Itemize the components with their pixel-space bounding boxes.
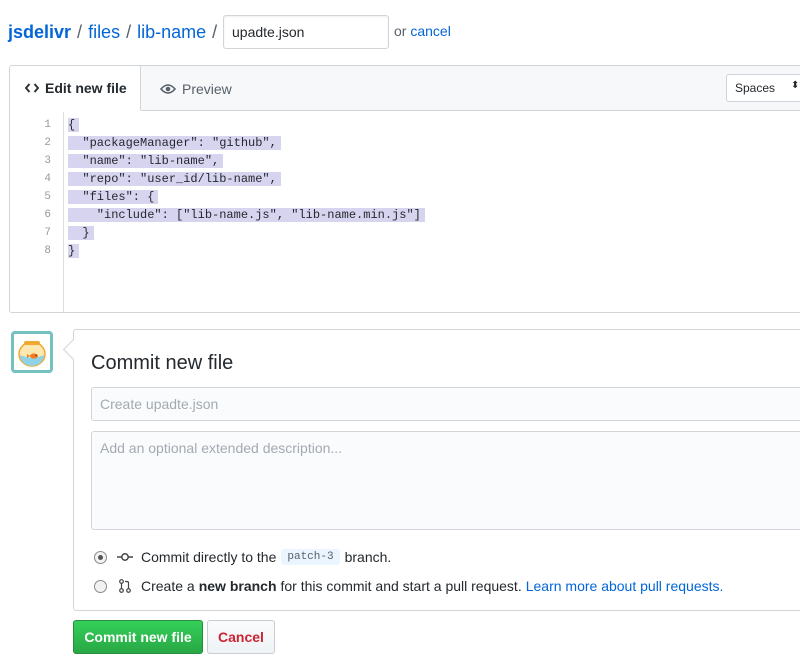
editor-header: Edit new file Preview Spaces ⬍ — [10, 66, 800, 111]
tab-label: Preview — [182, 80, 232, 97]
line-number: 6 — [44, 209, 51, 221]
indent-mode-value: Spaces — [735, 81, 776, 95]
line-number-gutter: 1 2 3 4 5 6 7 8 — [10, 112, 64, 312]
code-line: "include": ["lib-name.js", "lib-name.min… — [68, 206, 425, 224]
code-text: "files": { — [68, 190, 159, 204]
git-pull-request-icon — [117, 579, 133, 593]
commit-direct-radio[interactable] — [94, 550, 107, 564]
code-text: "packageManager": "github", — [68, 136, 281, 150]
line-number: 8 — [44, 245, 51, 257]
code-line: { — [68, 116, 80, 134]
new-branch-text: Create a — [141, 578, 195, 594]
select-arrows-icon: ⬍ — [791, 80, 800, 91]
code-text: { — [68, 118, 80, 132]
breadcrumb-files-link[interactable]: files — [88, 22, 120, 43]
avatar[interactable] — [11, 331, 53, 373]
tab-preview[interactable]: Preview — [160, 66, 232, 111]
or-label: or — [394, 23, 407, 39]
code-icon — [25, 82, 39, 94]
code-editor[interactable]: 1 2 3 4 5 6 7 8 { "packageManager": "git… — [10, 112, 800, 312]
branch-name-badge: patch-3 — [281, 549, 340, 565]
line-number: 3 — [44, 155, 51, 167]
file-editor: Edit new file Preview Spaces ⬍ 1 2 3 4 5… — [9, 65, 800, 313]
cancel-link[interactable]: cancel — [410, 23, 450, 39]
code-line: } — [68, 224, 94, 242]
code-text: } — [68, 244, 80, 258]
code-text: } — [68, 226, 94, 240]
code-line: } — [68, 242, 80, 260]
code-text: "include": ["lib-name.js", "lib-name.min… — [68, 208, 425, 222]
cancel-button[interactable]: Cancel — [207, 620, 275, 654]
line-number: 7 — [44, 227, 51, 239]
new-branch-radio[interactable] — [94, 579, 107, 593]
git-commit-icon — [117, 552, 133, 562]
new-branch-option[interactable]: Create a new branch for this commit and … — [94, 576, 723, 596]
tab-label: Edit new file — [45, 80, 127, 96]
breadcrumb-separator: / — [212, 21, 218, 42]
line-number: 1 — [44, 119, 51, 131]
learn-more-pull-requests-link[interactable]: Learn more about pull requests. — [526, 578, 724, 594]
line-number: 5 — [44, 191, 51, 203]
commit-new-file-button[interactable]: Commit new file — [73, 620, 203, 654]
commit-form: Commit new file Commit directly to the p… — [73, 329, 800, 611]
code-line: "files": { — [68, 188, 159, 206]
commit-summary-input[interactable] — [91, 387, 800, 421]
commit-description-field[interactable] — [91, 431, 800, 530]
new-branch-bold: new branch — [198, 578, 277, 594]
commit-direct-option[interactable]: Commit directly to the patch-3 branch. — [94, 547, 391, 567]
indent-mode-select[interactable]: Spaces ⬍ — [726, 74, 800, 102]
breadcrumb: jsdelivr / files / lib-name / — [8, 15, 223, 49]
filename-input[interactable] — [223, 15, 389, 49]
code-line: "packageManager": "github", — [68, 134, 281, 152]
code-line: "repo": "user_id/lib-name", — [68, 170, 281, 188]
breadcrumb-owner-link[interactable]: jsdelivr — [8, 22, 71, 43]
line-number: 4 — [44, 173, 51, 185]
tab-edit-new-file[interactable]: Edit new file — [10, 66, 141, 111]
code-text: "repo": "user_id/lib-name", — [68, 172, 281, 186]
code-text: "name": "lib-name", — [68, 154, 224, 168]
line-number: 2 — [44, 137, 51, 149]
commit-direct-suffix: branch. — [344, 549, 392, 565]
commit-direct-text: Commit directly to the — [141, 549, 277, 565]
breadcrumb-separator: / — [126, 21, 132, 42]
commit-title: Commit new file — [91, 352, 234, 374]
or-cancel: or cancel — [394, 23, 451, 39]
code-line: "name": "lib-name", — [68, 152, 224, 170]
eye-icon — [160, 83, 176, 95]
new-branch-suffix: for this commit and start a pull request… — [280, 578, 522, 594]
breadcrumb-separator: / — [77, 21, 83, 42]
fishbowl-avatar-icon — [18, 341, 46, 367]
breadcrumb-lib-name-link[interactable]: lib-name — [137, 22, 206, 43]
